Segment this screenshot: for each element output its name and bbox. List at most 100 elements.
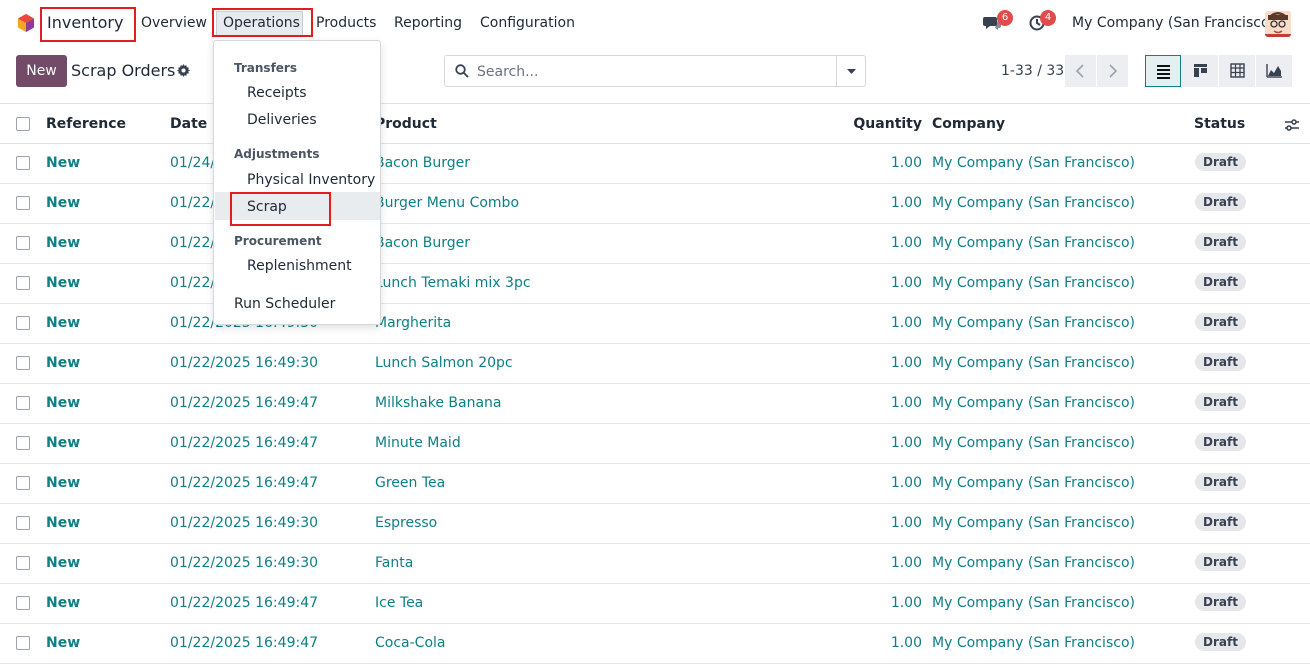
menu-item-receipts[interactable]: Receipts <box>247 85 307 101</box>
table-row[interactable]: New 01/22/2025 16:49:47 Green Tea 1.00 My Co… <box>0 464 1310 504</box>
cell-reference[interactable]: New <box>46 395 80 411</box>
search-input[interactable] <box>477 62 827 82</box>
cell-company[interactable]: My Company (San Francisco) <box>932 555 1135 571</box>
cell-date: 01/22/2025 16:49:47 <box>170 435 319 451</box>
table-row[interactable]: New 01/22/2025 16:49:47 Milkshake Banana 1.… <box>0 384 1310 424</box>
new-button[interactable]: New <box>16 55 67 87</box>
menu-item-run-scheduler[interactable]: Run Scheduler <box>234 296 335 312</box>
table-row[interactable]: New 01/22/Burger Menu Combo 1.00 My Company… <box>0 184 1310 224</box>
cell-company[interactable]: My Company (San Francisco) <box>932 475 1135 491</box>
header-status[interactable]: Status <box>1194 116 1245 132</box>
search-options-toggle[interactable] <box>836 56 865 86</box>
cell-product[interactable]: Coca-Cola <box>375 635 445 651</box>
list-view-button[interactable] <box>1145 55 1181 87</box>
cell-product[interactable]: Margherita <box>375 315 451 331</box>
header-product[interactable]: Product <box>375 116 437 132</box>
cell-product[interactable]: Lunch Salmon 20pc <box>375 355 513 371</box>
pager-next-button[interactable] <box>1097 55 1128 87</box>
menu-item-deliveries[interactable]: Deliveries <box>247 112 317 128</box>
cell-reference[interactable]: New <box>46 235 80 251</box>
cell-product[interactable]: Fanta <box>375 555 413 571</box>
row-checkbox[interactable] <box>16 276 30 290</box>
cell-reference[interactable]: New <box>46 355 80 371</box>
menu-configuration[interactable]: Configuration <box>480 15 575 31</box>
table-row[interactable]: New 01/22/2025 16:49:47 Minute Maid 1.00 My … <box>0 424 1310 464</box>
menu-item-physical-inventory[interactable]: Physical Inventory <box>247 172 375 188</box>
cell-reference[interactable]: New <box>46 435 80 451</box>
cell-product[interactable]: Milkshake Banana <box>375 395 501 411</box>
row-checkbox[interactable] <box>16 156 30 170</box>
row-checkbox[interactable] <box>16 596 30 610</box>
cell-product[interactable]: Lunch Temaki mix 3pc <box>375 275 531 291</box>
table-row[interactable]: New 01/22/Bacon Burger 1.00 My Company (San… <box>0 224 1310 264</box>
cell-product[interactable]: Minute Maid <box>375 435 461 451</box>
header-company[interactable]: Company <box>932 116 1005 132</box>
row-checkbox[interactable] <box>16 636 30 650</box>
cell-company[interactable]: My Company (San Francisco) <box>932 275 1135 291</box>
cell-company[interactable]: My Company (San Francisco) <box>932 235 1135 251</box>
kanban-view-button[interactable] <box>1182 55 1218 87</box>
table-row[interactable]: New 01/22/2025 16:49:47 Ice Tea 1.00 My Comp… <box>0 584 1310 624</box>
header-date[interactable]: Date <box>170 116 207 132</box>
cell-reference[interactable]: New <box>46 475 80 491</box>
cell-company[interactable]: My Company (San Francisco) <box>932 195 1135 211</box>
optional-columns-icon[interactable] <box>1284 117 1300 133</box>
table-row[interactable]: New 01/22/2025 16:49:47 Coca-Cola 1.00 My Co… <box>0 624 1310 664</box>
cell-company[interactable]: My Company (San Francisco) <box>932 355 1135 371</box>
pager-value[interactable]: 1-33 / 33 <box>1001 63 1064 79</box>
menu-products[interactable]: Products <box>316 15 376 31</box>
cell-product[interactable]: Burger Menu Combo <box>375 195 519 211</box>
table-row[interactable]: New 01/22/Lunch Temaki mix 3pc 1.00 My Comp… <box>0 264 1310 304</box>
cell-reference[interactable]: New <box>46 595 80 611</box>
row-checkbox[interactable] <box>16 436 30 450</box>
table-row[interactable]: New 01/22/2025 16:49:30 Lunch Salmon 20pc 1… <box>0 344 1310 384</box>
menu-item-scrap[interactable]: Scrap <box>247 199 287 215</box>
cell-product[interactable]: Espresso <box>375 515 437 531</box>
row-checkbox[interactable] <box>16 316 30 330</box>
cell-reference[interactable]: New <box>46 515 80 531</box>
pivot-view-button[interactable] <box>1219 55 1255 87</box>
cell-reference[interactable]: New <box>46 635 80 651</box>
gear-icon[interactable] <box>177 64 190 77</box>
cell-reference[interactable]: New <box>46 315 80 331</box>
cell-company[interactable]: My Company (San Francisco) <box>932 435 1135 451</box>
row-checkbox[interactable] <box>16 476 30 490</box>
table-row[interactable]: New 01/22/2025 16:49:30 Fanta 1.00 My Compan… <box>0 544 1310 584</box>
cell-company[interactable]: My Company (San Francisco) <box>932 515 1135 531</box>
row-checkbox[interactable] <box>16 396 30 410</box>
menu-item-replenishment[interactable]: Replenishment <box>247 258 352 274</box>
cell-company[interactable]: My Company (San Francisco) <box>932 635 1135 651</box>
table-row[interactable]: New 01/24/Bacon Burger 1.00 My Company (San… <box>0 144 1310 184</box>
header-reference[interactable]: Reference <box>46 116 126 132</box>
row-checkbox[interactable] <box>16 356 30 370</box>
cell-product[interactable]: Ice Tea <box>375 595 423 611</box>
row-checkbox[interactable] <box>16 196 30 210</box>
app-name[interactable]: Inventory <box>47 13 123 32</box>
cell-product[interactable]: Bacon Burger <box>375 235 470 251</box>
menu-operations[interactable]: Operations <box>223 15 300 31</box>
menu-overview[interactable]: Overview <box>141 15 207 31</box>
company-switcher[interactable]: My Company (San Francisco) <box>1072 15 1275 31</box>
cell-reference[interactable]: New <box>46 155 80 171</box>
cell-company[interactable]: My Company (San Francisco) <box>932 155 1135 171</box>
inventory-app-icon[interactable] <box>16 13 36 33</box>
table-row[interactable]: New01/22/2025 16:49:30Margherita1.00My C… <box>0 304 1310 344</box>
row-checkbox[interactable] <box>16 516 30 530</box>
pager-previous-button[interactable] <box>1065 55 1096 87</box>
cell-reference[interactable]: New <box>46 555 80 571</box>
header-quantity[interactable]: Quantity <box>853 116 922 132</box>
cell-reference[interactable]: New <box>46 275 80 291</box>
menu-reporting[interactable]: Reporting <box>394 15 462 31</box>
cell-product[interactable]: Green Tea <box>375 475 445 491</box>
cell-company[interactable]: My Company (San Francisco) <box>932 395 1135 411</box>
user-avatar[interactable] <box>1265 11 1291 37</box>
cell-product[interactable]: Bacon Burger <box>375 155 470 171</box>
cell-reference[interactable]: New <box>46 195 80 211</box>
select-all-checkbox[interactable] <box>16 117 30 131</box>
cell-company[interactable]: My Company (San Francisco) <box>932 595 1135 611</box>
row-checkbox[interactable] <box>16 556 30 570</box>
table-row[interactable]: New 01/22/2025 16:49:30 Espresso 1.00 My Com… <box>0 504 1310 544</box>
graph-view-button[interactable] <box>1256 55 1292 87</box>
cell-company[interactable]: My Company (San Francisco) <box>932 315 1135 331</box>
row-checkbox[interactable] <box>16 236 30 250</box>
